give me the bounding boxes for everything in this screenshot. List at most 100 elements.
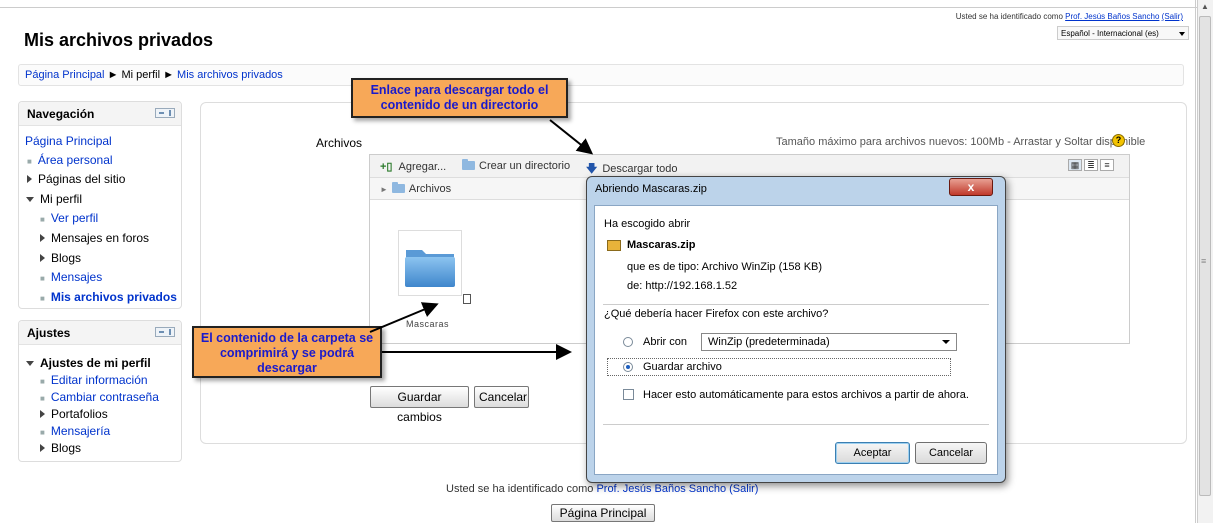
- breadcrumb: Página Principal ► Mi perfil ► Mis archi…: [18, 64, 1184, 86]
- settings-item-label: Blogs: [51, 441, 82, 455]
- settings-item-portfolios[interactable]: Portafolios: [40, 407, 108, 421]
- bullet-icon: ■: [40, 215, 45, 224]
- expand-triangle-icon: [40, 410, 45, 418]
- nav-item-forum-posts[interactable]: Mensajes en foros: [40, 231, 149, 245]
- cancel-button[interactable]: Cancelar: [474, 386, 529, 408]
- expand-triangle-icon: [27, 175, 32, 183]
- nav-item-site-pages[interactable]: Páginas del sitio: [27, 172, 125, 186]
- download-dialog: Abriendo Mascaras.zip x Ha escogido abri…: [586, 176, 1006, 483]
- callout-arrows: [369, 119, 594, 360]
- open-with-radio[interactable]: [623, 337, 633, 347]
- arrow-to-download-all: [549, 119, 594, 155]
- open-with-app-select[interactable]: WinZip (predeterminada): [701, 333, 957, 351]
- dialog-type-line: que es de tipo: Archivo WinZip (158 KB): [627, 261, 822, 273]
- nav-item-label: Mis archivos privados: [50, 290, 177, 304]
- nav-item-my-profile[interactable]: Mi perfil: [26, 192, 82, 206]
- right-border: [1195, 0, 1196, 523]
- settings-item-profile-settings[interactable]: Ajustes de mi perfil: [26, 356, 151, 370]
- nav-item-dashboard[interactable]: ■ Área personal: [27, 153, 113, 167]
- nav-item-label: Mensajes: [50, 270, 103, 284]
- breadcrumb-profile[interactable]: Mi perfil: [122, 69, 161, 81]
- chevron-down-icon: [942, 340, 950, 344]
- expand-triangle-icon: [40, 254, 45, 262]
- settings-item-edit-info[interactable]: ■ Editar información: [40, 373, 148, 387]
- dialog-type-label: que es de tipo:: [627, 261, 700, 273]
- settings-item-blogs[interactable]: Blogs: [40, 441, 81, 455]
- footer-login-info: Usted se ha identificado como Prof. Jesú…: [446, 483, 758, 495]
- open-with-app-value: WinZip (predeterminada): [708, 336, 830, 348]
- nav-item-label: Mi perfil: [40, 192, 83, 206]
- nav-item-home[interactable]: Página Principal: [25, 134, 112, 148]
- nav-item-messages[interactable]: ■ Mensajes: [40, 270, 102, 284]
- dialog-cancel-button[interactable]: Cancelar: [915, 442, 987, 464]
- bullet-icon: ■: [40, 428, 45, 437]
- scroll-grip-icon: ≡: [1201, 256, 1207, 266]
- breadcrumb-separator: ►: [107, 69, 119, 81]
- dialog-close-button[interactable]: x: [949, 178, 993, 196]
- view-tree-icon[interactable]: ≡: [1100, 159, 1114, 171]
- footer-logout-link[interactable]: (Salir): [729, 483, 758, 495]
- dialog-file-name: Mascaras.zip: [627, 239, 696, 251]
- settings-item-label: Portafolios: [51, 407, 108, 421]
- dialog-separator: [603, 304, 989, 305]
- bullet-icon: ■: [40, 294, 45, 303]
- login-user-link[interactable]: Prof. Jesús Baños Sancho: [1065, 12, 1159, 21]
- chevron-down-icon: [1179, 32, 1185, 36]
- navigation-title: Navegación: [27, 107, 95, 121]
- collapse-triangle-icon: [26, 197, 34, 202]
- bullet-icon: ■: [27, 157, 32, 166]
- nav-item-label: Páginas del sitio: [38, 172, 126, 186]
- auto-action-checkbox[interactable]: [623, 389, 634, 400]
- help-icon[interactable]: ?: [1112, 134, 1125, 147]
- dialog-from-value: http://192.168.1.52: [645, 280, 738, 292]
- nav-item-view-profile[interactable]: ■ Ver perfil: [40, 211, 98, 225]
- logout-link[interactable]: (Salir): [1162, 12, 1183, 21]
- settings-item-label: Cambiar contraseña: [50, 390, 159, 404]
- footer-login-user-link[interactable]: Prof. Jesús Baños Sancho: [596, 483, 726, 495]
- nav-item-label: Mensajes en foros: [51, 231, 150, 245]
- dialog-question: ¿Qué debería hacer Firefox con este arch…: [604, 308, 829, 320]
- navigation-block: Navegación Página Principal ■ Área person…: [18, 101, 182, 309]
- accept-button[interactable]: Aceptar: [835, 442, 910, 464]
- breadcrumb-home[interactable]: Página Principal: [25, 69, 105, 81]
- dock-block-icon[interactable]: [155, 108, 175, 118]
- breadcrumb-private-files[interactable]: Mis archivos privados: [177, 69, 283, 81]
- settings-item-label: Ajustes de mi perfil: [40, 356, 151, 370]
- dialog-separator: [603, 424, 989, 425]
- top-border: [0, 0, 1197, 8]
- settings-title: Ajustes: [27, 326, 71, 340]
- dock-block-icon[interactable]: [155, 327, 175, 337]
- view-icons-icon[interactable]: ▦: [1068, 159, 1082, 171]
- open-with-label: Abrir con: [643, 336, 688, 348]
- view-details-icon[interactable]: ≣: [1084, 159, 1098, 171]
- language-select[interactable]: Español - Internacional (es): [1057, 26, 1189, 40]
- language-value: Español - Internacional (es): [1061, 29, 1159, 38]
- login-prefix: Usted se ha identificado como: [955, 12, 1063, 21]
- download-all-label: Descargar todo: [602, 163, 678, 175]
- dialog-from-line: de: http://192.168.1.52: [627, 280, 737, 292]
- footer-login-prefix: Usted se ha identificado como: [446, 483, 594, 495]
- settings-item-change-password[interactable]: ■ Cambiar contraseña: [40, 390, 159, 404]
- auto-action-label: Hacer esto automáticamente para estos ar…: [643, 389, 969, 401]
- login-info: Usted se ha identificado como Prof. Jesú…: [956, 12, 1183, 21]
- max-size-text: Tamaño máximo para archivos nuevos: 100M…: [776, 136, 1146, 148]
- bullet-icon: ■: [40, 394, 45, 403]
- save-file-label: Guardar archivo: [643, 361, 722, 373]
- bullet-icon: ■: [40, 377, 45, 386]
- nav-item-label: Blogs: [51, 251, 82, 265]
- expand-triangle-icon: [40, 444, 45, 452]
- scroll-up-icon[interactable]: ▲: [1201, 2, 1209, 11]
- settings-block-header: Ajustes: [19, 321, 181, 345]
- expand-triangle-icon: [40, 234, 45, 242]
- footer-home-button[interactable]: Página Principal: [551, 504, 655, 522]
- save-changes-button[interactable]: Guardar cambios: [370, 386, 469, 424]
- dialog-from-label: de:: [627, 280, 643, 292]
- nav-item-blogs[interactable]: Blogs: [40, 251, 81, 265]
- page-title: Mis archivos privados: [24, 30, 214, 50]
- settings-block: Ajustes Ajustes de mi perfil ■ Editar inf…: [18, 320, 182, 462]
- navigation-block-header: Navegación: [19, 102, 181, 126]
- nav-item-label: Ver perfil: [50, 211, 99, 225]
- breadcrumb-separator: ►: [163, 69, 174, 81]
- nav-item-private-files[interactable]: ■ Mis archivos privados: [40, 290, 177, 304]
- settings-item-messaging[interactable]: ■ Mensajería: [40, 424, 110, 438]
